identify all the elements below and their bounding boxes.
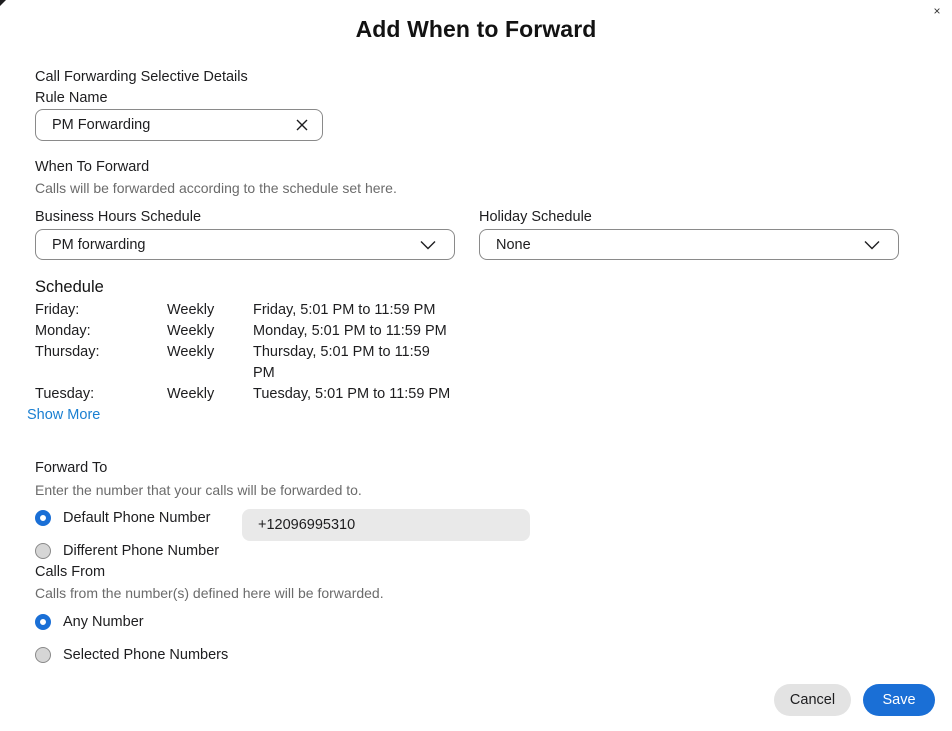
chevron-down-icon [408,231,448,259]
radio-different-phone-label: Different Phone Number [63,543,220,559]
radio-selected-numbers[interactable]: Selected Phone Numbers [35,647,228,663]
forward-to-helper: Enter the number that your calls will be… [35,482,362,498]
holiday-schedule-label: Holiday Schedule [479,209,592,225]
business-hours-label: Business Hours Schedule [35,209,202,225]
add-when-to-forward-dialog: × Add When to Forward Call Forwarding Se… [0,0,952,731]
schedule-range: Tuesday, 5:01 PM to 11:59 PM [253,386,451,402]
default-number-value: +12096995310 [258,517,356,533]
schedule-range: Monday, 5:01 PM to 11:59 PM [253,323,447,339]
save-button[interactable]: Save [863,684,935,716]
schedule-frequency: Weekly [167,323,215,339]
when-to-forward-label: When To Forward [35,159,150,175]
schedule-range: Friday, 5:01 PM to 11:59 PM [253,302,436,318]
show-more-link[interactable]: Show More [27,407,100,423]
forward-to-label: Forward To [35,460,108,476]
schedule-frequency: Weekly [167,302,215,318]
business-hours-select[interactable]: PM forwarding [35,229,455,260]
holiday-schedule-select[interactable]: None [479,229,899,260]
rule-name-value: PM Forwarding [52,117,151,133]
schedule-frequency: Weekly [167,386,215,402]
calls-from-helper: Calls from the number(s) defined here wi… [35,585,384,601]
radio-any-number-label: Any Number [63,614,144,630]
schedule-day: Tuesday: [35,386,95,402]
radio-different-phone[interactable]: Different Phone Number [35,543,219,559]
schedule-day: Monday: [35,323,91,339]
details-section-label: Call Forwarding Selective Details [35,69,248,85]
clear-icon[interactable] [288,111,316,139]
dialog-title: Add When to Forward [355,16,597,42]
schedule-day: Thursday: [35,344,100,360]
schedule-range: Thursday, 5:01 PM to 11:59 PM [253,344,430,381]
radio-unselected-icon[interactable] [35,543,51,559]
rule-name-input[interactable]: PM Forwarding [35,109,323,141]
schedule-title: Schedule [35,278,104,296]
schedule-frequency: Weekly [167,344,215,360]
business-hours-value: PM forwarding [52,236,146,253]
cancel-button[interactable]: Cancel [774,684,851,716]
chevron-down-icon [852,231,892,259]
radio-default-phone[interactable]: Default Phone Number [35,510,211,526]
schedule-day: Friday: [35,302,80,318]
holiday-schedule-value: None [496,236,531,253]
when-to-forward-helper: Calls will be forwarded according to the… [35,180,397,196]
radio-selected-icon[interactable] [35,510,51,526]
rule-name-label: Rule Name [35,90,108,106]
radio-selected-icon[interactable] [35,614,51,630]
radio-any-number[interactable]: Any Number [35,614,144,630]
corner-mark [0,0,6,6]
radio-unselected-icon[interactable] [35,647,51,663]
calls-from-label: Calls From [35,564,106,580]
radio-selected-numbers-label: Selected Phone Numbers [63,647,229,663]
radio-default-phone-label: Default Phone Number [63,510,211,526]
default-number-field: +12096995310 [242,509,530,541]
